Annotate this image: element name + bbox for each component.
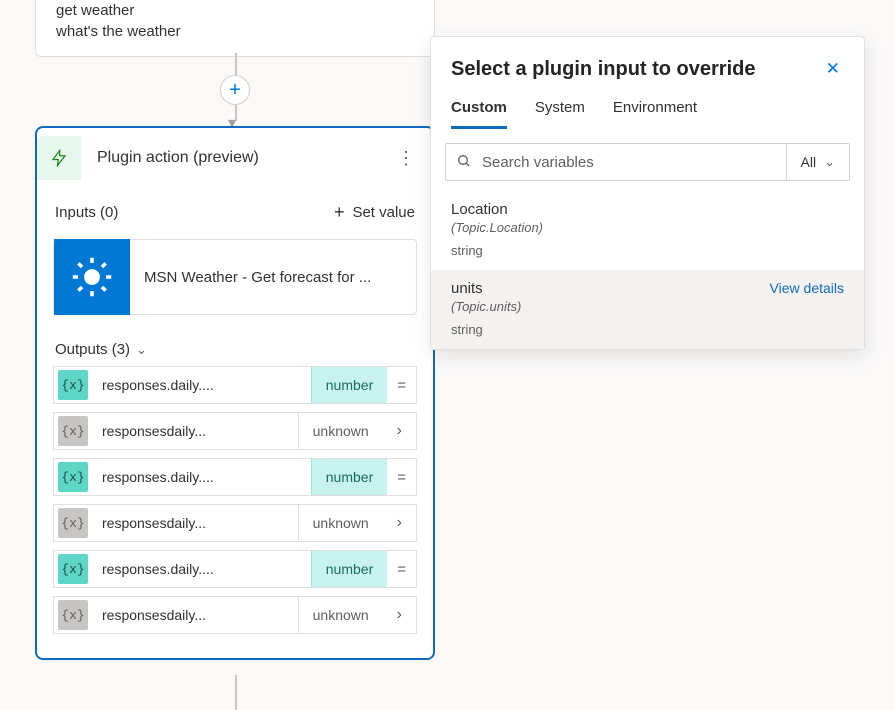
variable-list: Location (Topic.Location) string units View … <box>431 191 864 349</box>
output-type-chip: unknown <box>298 505 383 541</box>
variable-badge-icon: {x} <box>58 370 88 400</box>
variable-type: string <box>451 243 844 258</box>
plugin-action-node[interactable]: Plugin action (preview) ⋮ Inputs (0) + S… <box>35 126 435 660</box>
output-type-chip: number <box>311 367 387 403</box>
tab-system[interactable]: System <box>535 99 585 129</box>
output-type-chip: number <box>311 459 387 495</box>
search-box: All ⌄ <box>445 143 850 181</box>
output-variable-name: responses.daily.... <box>92 469 311 485</box>
inputs-label: Inputs (0) <box>55 204 118 221</box>
set-value-label: Set value <box>352 204 415 221</box>
chevron-down-icon: ⌄ <box>136 342 147 358</box>
variable-type: string <box>451 322 844 337</box>
set-value-button[interactable]: + Set value <box>334 202 415 223</box>
variable-badge-icon: {x} <box>58 600 88 630</box>
close-button[interactable]: ✕ <box>822 55 844 83</box>
outputs-label: Outputs (3) <box>55 341 130 358</box>
variable-badge-icon: {x} <box>58 508 88 538</box>
output-row[interactable]: {x}responsesdaily...unknown› <box>53 596 417 634</box>
panel-title: Select a plugin input to override <box>451 58 755 81</box>
inputs-section-header: Inputs (0) + Set value <box>37 188 433 233</box>
equals-icon: = <box>387 561 416 578</box>
variable-name: units <box>451 280 483 297</box>
output-type-chip: unknown <box>298 413 383 449</box>
output-type-chip: unknown <box>298 597 383 633</box>
plus-icon: + <box>334 202 345 223</box>
lightning-icon <box>50 149 68 167</box>
search-icon <box>446 153 482 172</box>
variable-name: Location <box>451 201 508 218</box>
plugin-icon-container <box>37 136 81 180</box>
plugin-menu-button[interactable]: ⋮ <box>389 140 423 177</box>
view-details-link[interactable]: View details <box>770 280 844 296</box>
output-row[interactable]: {x}responsesdaily...unknown› <box>53 504 417 542</box>
trigger-phrase: what's the weather <box>56 21 414 42</box>
variable-badge-icon: {x} <box>58 416 88 446</box>
msn-weather-icon <box>54 239 130 315</box>
output-row[interactable]: {x}responses.daily....number= <box>53 550 417 588</box>
output-variable-name: responses.daily.... <box>92 377 311 393</box>
panel-header: Select a plugin input to override ✕ <box>431 37 864 93</box>
input-override-panel: Select a plugin input to override ✕ Cust… <box>430 36 865 350</box>
panel-tabs: Custom System Environment <box>431 93 864 129</box>
outputs-toggle[interactable]: Outputs (3) ⌄ <box>37 325 433 366</box>
plugin-item[interactable]: MSN Weather - Get forecast for ... <box>53 239 417 315</box>
search-input[interactable] <box>482 154 786 171</box>
output-variable-name: responsesdaily... <box>92 515 298 531</box>
equals-icon: = <box>387 377 416 394</box>
filter-dropdown[interactable]: All ⌄ <box>786 144 849 180</box>
output-variable-name: responses.daily.... <box>92 561 311 577</box>
outputs-list: {x}responses.daily....number={x}response… <box>37 366 433 658</box>
connector-line <box>235 675 237 710</box>
output-row[interactable]: {x}responsesdaily...unknown› <box>53 412 417 450</box>
trigger-node[interactable]: get weather what's the weather <box>35 0 435 57</box>
output-variable-name: responsesdaily... <box>92 607 298 623</box>
equals-icon: = <box>387 469 416 486</box>
output-row[interactable]: {x}responses.daily....number= <box>53 366 417 404</box>
output-variable-name: responsesdaily... <box>92 423 298 439</box>
plugin-header: Plugin action (preview) ⋮ <box>37 128 433 188</box>
output-row[interactable]: {x}responses.daily....number= <box>53 458 417 496</box>
variable-item[interactable]: Location (Topic.Location) string <box>431 191 864 270</box>
output-type-chip: number <box>311 551 387 587</box>
plugin-title: Plugin action (preview) <box>97 149 389 167</box>
chevron-right-icon[interactable]: › <box>383 422 416 440</box>
tab-custom[interactable]: Custom <box>451 99 507 129</box>
variable-item[interactable]: units View details (Topic.units) string <box>431 270 864 349</box>
chevron-right-icon[interactable]: › <box>383 606 416 624</box>
variable-path: (Topic.units) <box>451 299 844 314</box>
chevron-down-icon: ⌄ <box>824 154 835 170</box>
trigger-phrase: get weather <box>56 0 414 21</box>
filter-label: All <box>801 154 817 170</box>
variable-path: (Topic.Location) <box>451 220 844 235</box>
variable-badge-icon: {x} <box>58 554 88 584</box>
add-node-button[interactable]: + <box>220 75 250 105</box>
variable-badge-icon: {x} <box>58 462 88 492</box>
tab-environment[interactable]: Environment <box>613 99 697 129</box>
chevron-right-icon[interactable]: › <box>383 514 416 532</box>
plugin-item-label: MSN Weather - Get forecast for ... <box>130 269 385 286</box>
